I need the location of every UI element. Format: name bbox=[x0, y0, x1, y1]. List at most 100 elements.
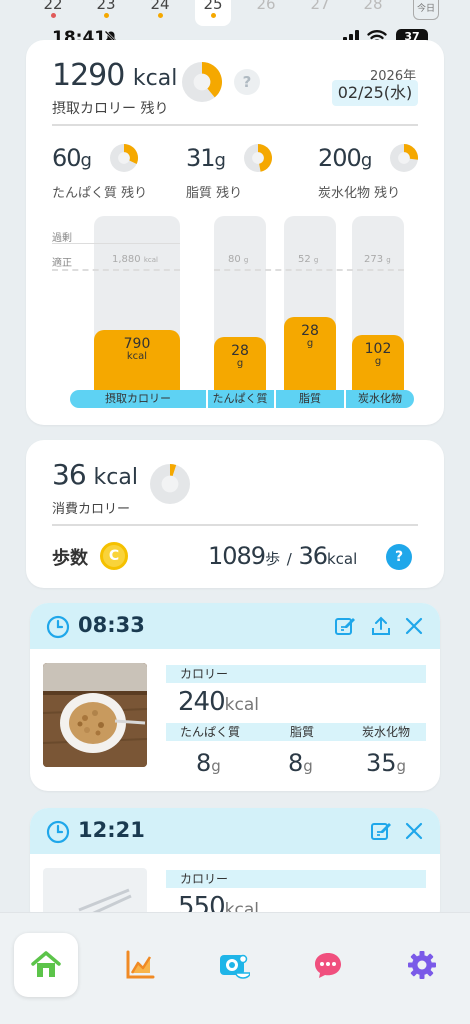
bar-value: 28 bbox=[231, 343, 249, 359]
proper-line bbox=[214, 269, 404, 271]
bar-protein: 28 g bbox=[214, 337, 266, 392]
separator: / bbox=[286, 550, 292, 568]
protein-header: たんぱく質 bbox=[180, 725, 241, 739]
burned-progress-pie bbox=[150, 464, 190, 504]
dot-indicator bbox=[50, 13, 56, 18]
unit: g bbox=[386, 256, 391, 264]
value: 8 bbox=[288, 749, 304, 777]
carbs-header: 炭水化物 bbox=[362, 725, 411, 739]
tab-home[interactable] bbox=[14, 933, 78, 997]
steps-label: 歩数 bbox=[52, 548, 88, 569]
target-fat: 52 g bbox=[298, 254, 318, 265]
axis-label-calories: 摂取カロリー bbox=[105, 392, 171, 405]
close-icon[interactable] bbox=[403, 820, 425, 842]
target-protein: 80 g bbox=[228, 254, 248, 265]
dot-indicator bbox=[157, 13, 163, 18]
burned-card: 36 kcal 消費カロリー 歩数 C 1089歩 / 36kcal ? bbox=[26, 440, 444, 588]
date-label: 28 bbox=[363, 0, 383, 13]
meal-time: 08:33 bbox=[78, 613, 145, 637]
home-icon bbox=[31, 951, 61, 977]
bar-calories: 790 kcal bbox=[94, 330, 180, 392]
edit-icon[interactable] bbox=[370, 820, 392, 842]
date-22[interactable]: 22 bbox=[35, 0, 71, 26]
bar-unit: g bbox=[374, 356, 382, 367]
unit: g bbox=[214, 150, 226, 171]
carbs-remaining-label: 炭水化物 残り bbox=[318, 186, 401, 201]
protein-progress-pie bbox=[110, 144, 138, 172]
calories-remaining-label: 摂取カロリー 残り bbox=[52, 101, 169, 117]
tab-camera[interactable] bbox=[202, 933, 266, 997]
date-27[interactable]: 27 bbox=[302, 0, 338, 26]
bar-carbs: 102 g bbox=[352, 335, 404, 392]
coin-icon[interactable]: C bbox=[100, 542, 128, 570]
unit: kcal bbox=[93, 465, 138, 490]
axis-label-protein: たんぱく質 bbox=[212, 392, 268, 405]
calorie-header: カロリー bbox=[166, 870, 426, 888]
fat-progress-pie bbox=[244, 144, 272, 172]
tab-settings[interactable] bbox=[390, 933, 454, 997]
camera-food-icon bbox=[220, 954, 250, 979]
bar-fat: 28 g bbox=[284, 317, 336, 392]
bar-value: 102 bbox=[364, 341, 392, 357]
value: 1,880 bbox=[112, 254, 141, 265]
unit: g bbox=[303, 757, 313, 775]
gear-icon bbox=[408, 951, 436, 979]
target-calories: 1,880 kcal bbox=[112, 254, 158, 265]
date-23[interactable]: 23 bbox=[88, 0, 124, 26]
date-25[interactable]: 25 bbox=[195, 0, 231, 26]
calorie-header: カロリー bbox=[166, 665, 426, 683]
tab-chat[interactable] bbox=[296, 933, 360, 997]
nutrient-header: たんぱく質 脂質 炭水化物 bbox=[166, 723, 426, 741]
bar-unit: g bbox=[236, 358, 244, 369]
unit: g bbox=[360, 150, 373, 171]
bar-unit: g bbox=[306, 338, 314, 349]
carbs-remaining: 200g bbox=[318, 144, 372, 172]
date-label: 24 bbox=[150, 0, 170, 13]
today-button[interactable]: 今日 bbox=[413, 0, 439, 20]
clock-icon bbox=[46, 615, 70, 639]
burned-label: 消費カロリー bbox=[52, 502, 131, 517]
value: 240 bbox=[178, 687, 226, 717]
unit: g bbox=[211, 757, 221, 775]
target-carbs: 273 g bbox=[364, 254, 391, 265]
carbs-progress-pie bbox=[390, 144, 418, 172]
edit-icon[interactable] bbox=[334, 615, 356, 637]
date-label: 23 bbox=[96, 0, 116, 13]
divider bbox=[52, 124, 418, 126]
value: 31 bbox=[186, 144, 216, 172]
meal-photo[interactable] bbox=[43, 663, 147, 767]
fat-remaining-label: 脂質 残り bbox=[186, 186, 243, 201]
unit: kcal bbox=[143, 256, 158, 264]
meal-card[interactable]: 08:33 カロリー 240kcal たんぱく質 脂質 炭水化物 8g 8g 3… bbox=[30, 603, 440, 791]
bar-value: 28 bbox=[301, 323, 319, 339]
tab-graph[interactable] bbox=[108, 933, 172, 997]
help-icon[interactable]: ? bbox=[234, 69, 260, 95]
intake-summary-card: 1290 kcal 摂取カロリー 残り ? 2026年 02/25(水) 60g… bbox=[26, 40, 444, 425]
date-24[interactable]: 24 bbox=[142, 0, 178, 26]
protein-remaining: 60g bbox=[52, 144, 92, 172]
value: 8 bbox=[196, 749, 212, 777]
value: 35 bbox=[366, 749, 397, 777]
value: 273 bbox=[364, 254, 384, 265]
meal-card[interactable]: 12:21 カロリー 550kcal bbox=[30, 808, 440, 928]
steps-value: 1089歩 / 36kcal bbox=[208, 542, 357, 570]
fat-header: 脂質 bbox=[290, 725, 315, 739]
unit: g bbox=[243, 256, 249, 264]
divider bbox=[52, 524, 418, 526]
value: 1089 bbox=[208, 542, 266, 570]
date-28[interactable]: 28 bbox=[355, 0, 391, 26]
calorie-progress-pie bbox=[182, 62, 222, 102]
date-selector[interactable]: 02/25(水) bbox=[332, 80, 418, 106]
value: 36 bbox=[52, 458, 87, 491]
close-icon[interactable] bbox=[403, 615, 425, 637]
steps-help-icon[interactable]: ? bbox=[386, 544, 412, 570]
date-26[interactable]: 26 bbox=[248, 0, 284, 26]
meal-calories: 240kcal bbox=[178, 687, 259, 717]
unit: g bbox=[313, 256, 319, 264]
date-label: 26 bbox=[256, 0, 276, 13]
meal-photo-image bbox=[43, 663, 147, 767]
share-icon[interactable] bbox=[370, 615, 392, 637]
calories-remaining-value: 1290 bbox=[52, 58, 125, 93]
calories-remaining: 1290 kcal bbox=[52, 58, 177, 93]
fat-value: 8g bbox=[288, 749, 313, 777]
